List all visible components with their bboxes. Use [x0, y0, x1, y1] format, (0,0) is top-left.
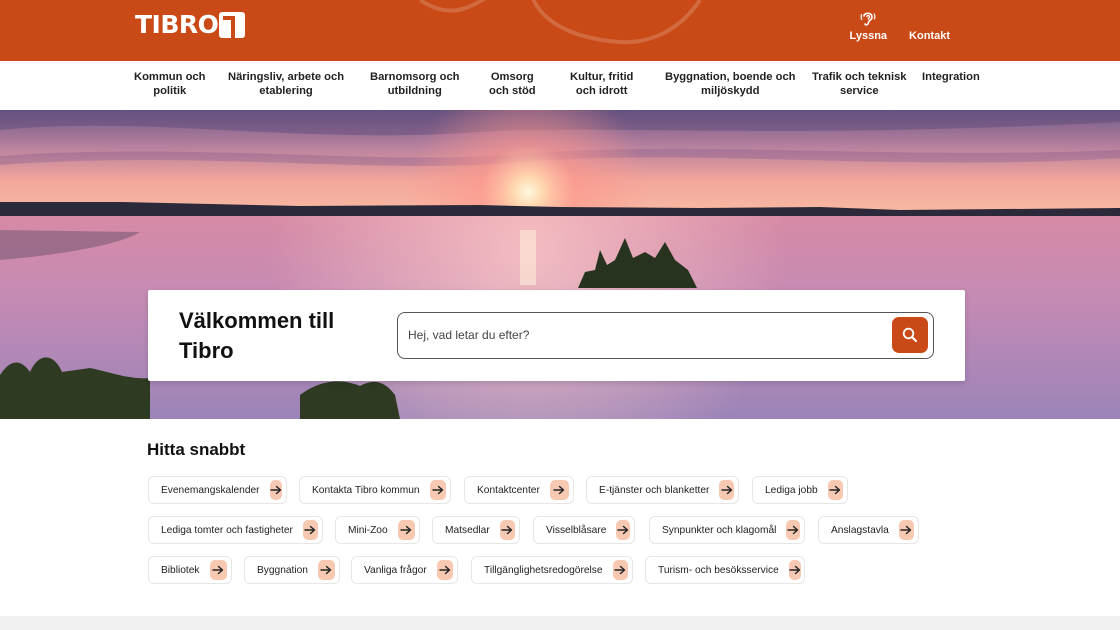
arrow-right-icon — [436, 560, 453, 580]
nav-item-naringsliv[interactable]: Näringsliv, arbete och etablering — [228, 70, 344, 98]
arrow-right-icon — [788, 560, 801, 580]
nav-item-omsorg[interactable]: Omsorg och stöd — [489, 70, 536, 98]
quick-link-label: Mini-Zoo — [348, 524, 388, 536]
quick-link-label: Synpunkter och klagomål — [662, 524, 777, 536]
quick-link-8[interactable]: Visselblåsare — [533, 516, 635, 544]
quick-link-label: Anslagstavla — [831, 524, 889, 536]
quick-link-4[interactable]: Lediga jobb — [752, 476, 848, 504]
quick-link-9[interactable]: Synpunkter och klagomål — [649, 516, 805, 544]
nav-item-trafik[interactable]: Trafik och teknisk service — [812, 70, 907, 98]
quick-link-1[interactable]: Kontakta Tibro kommun — [299, 476, 451, 504]
quick-link-label: Matsedlar — [445, 524, 490, 536]
arrow-right-icon — [499, 520, 515, 540]
kontakt-label: Kontakt — [909, 30, 950, 42]
arrow-right-icon — [397, 520, 415, 540]
quick-link-2[interactable]: Kontaktcenter — [464, 476, 574, 504]
lyssna-label: Lyssna — [849, 30, 888, 42]
nav-item-kommun-och-politik[interactable]: Kommun och politik — [134, 70, 205, 98]
quick-link-6[interactable]: Mini-Zoo — [335, 516, 420, 544]
quick-link-label: Byggnation — [257, 564, 308, 576]
quick-link-3[interactable]: E-tjänster och blanketter — [586, 476, 739, 504]
quick-link-10[interactable]: Anslagstavla — [818, 516, 919, 544]
arrow-right-icon — [317, 560, 335, 580]
lyssna-button[interactable]: Lyssna — [849, 9, 888, 42]
quick-link-14[interactable]: Tillgänglighetsredogörelse — [471, 556, 633, 584]
welcome-search-card: Välkommen till Tibro — [148, 290, 965, 381]
quick-link-label: Turism- och besöksservice — [658, 564, 779, 576]
kontakt-link[interactable]: Kontakt — [909, 30, 950, 42]
quick-link-12[interactable]: Byggnation — [244, 556, 340, 584]
search-field-wrapper — [397, 312, 934, 359]
arrow-right-icon — [549, 480, 569, 500]
quick-link-15[interactable]: Turism- och besöksservice — [645, 556, 805, 584]
logo-text: TIBRO — [135, 10, 219, 39]
quick-link-label: Kontaktcenter — [477, 484, 540, 496]
arrow-right-icon — [429, 480, 446, 500]
nav-item-integration[interactable]: Integration — [922, 70, 980, 84]
search-icon — [902, 327, 917, 342]
map-outline-decoration — [418, 0, 702, 45]
quick-link-label: Visselblåsare — [546, 524, 607, 536]
welcome-heading: Välkommen till Tibro — [179, 308, 335, 363]
nav-item-byggnation[interactable]: Byggnation, boende och miljöskydd — [665, 70, 796, 98]
nav-item-barnomsorg[interactable]: Barnomsorg och utbildning — [370, 70, 460, 98]
site-search-input[interactable] — [408, 313, 878, 357]
quick-link-0[interactable]: Evenemangskalender — [148, 476, 287, 504]
arrow-right-icon — [209, 560, 227, 580]
arrow-right-icon — [612, 560, 628, 580]
quick-link-label: E-tjänster och blanketter — [599, 484, 710, 496]
quick-link-label: Tillgänglighetsredogörelse — [484, 564, 603, 576]
arrow-right-icon — [269, 480, 282, 500]
top-bar: TIBRO Lyssna Kontakt — [0, 0, 1120, 61]
arrow-right-icon — [616, 520, 630, 540]
arrow-right-icon — [719, 480, 734, 500]
arrow-right-icon — [898, 520, 914, 540]
arrow-right-icon — [302, 520, 318, 540]
quick-link-label: Evenemangskalender — [161, 484, 260, 496]
quick-links-heading: Hitta snabbt — [147, 440, 246, 459]
ear-icon — [860, 9, 876, 27]
quick-link-5[interactable]: Lediga tomter och fastigheter — [148, 516, 323, 544]
footer-strip — [0, 616, 1120, 630]
search-button[interactable] — [892, 317, 928, 353]
header-actions: Lyssna Kontakt — [850, 6, 950, 42]
nav-item-kultur[interactable]: Kultur, fritid och idrott — [570, 70, 633, 98]
quick-link-13[interactable]: Vanliga frågor — [351, 556, 458, 584]
arrow-right-icon — [786, 520, 800, 540]
quick-link-label: Bibliotek — [161, 564, 200, 576]
logo-mark-icon — [219, 12, 246, 38]
quick-link-label: Lediga tomter och fastigheter — [161, 524, 293, 536]
quick-link-label: Kontakta Tibro kommun — [312, 484, 420, 496]
quick-link-11[interactable]: Bibliotek — [148, 556, 232, 584]
arrow-right-icon — [827, 480, 843, 500]
main-navigation: Kommun och politik Näringsliv, arbete oc… — [0, 61, 1120, 110]
quick-link-label: Vanliga frågor — [364, 564, 427, 576]
quick-link-7[interactable]: Matsedlar — [432, 516, 520, 544]
quick-link-label: Lediga jobb — [765, 484, 818, 496]
tibro-logo[interactable]: TIBRO — [135, 10, 246, 39]
